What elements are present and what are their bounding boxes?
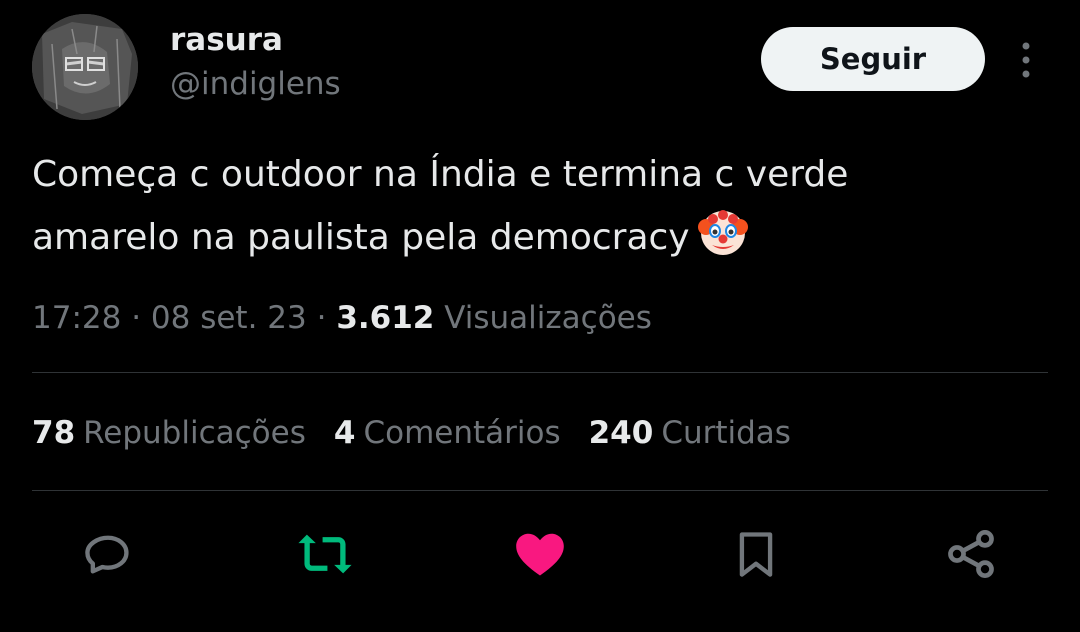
stat-label: Comentários	[363, 415, 561, 451]
speech-bubble-icon	[85, 535, 129, 574]
tweet-date[interactable]: 08 set. 23	[151, 300, 307, 336]
share-icon	[948, 529, 994, 579]
divider	[32, 490, 1048, 491]
views-count[interactable]: 3.612	[336, 300, 434, 336]
follow-button[interactable]: Seguir	[761, 27, 985, 91]
like-button[interactable]	[510, 524, 570, 584]
reply-button[interactable]	[78, 524, 138, 584]
stat-count: 78	[32, 415, 76, 451]
stat-likes[interactable]: 240 Curtidas	[589, 411, 791, 455]
user-handle[interactable]: @indiglens	[170, 64, 341, 104]
divider	[32, 372, 1048, 373]
more-options-icon[interactable]	[1010, 38, 1042, 82]
bookmark-icon	[739, 532, 773, 577]
avatar-image	[32, 14, 138, 120]
stat-count: 240	[588, 415, 654, 451]
retweet-button[interactable]	[295, 524, 355, 584]
meta-separator: ·	[306, 300, 337, 336]
avatar[interactable]	[32, 14, 138, 120]
meta-separator: ·	[121, 300, 151, 336]
stat-label: Curtidas	[661, 415, 791, 451]
stat-reposts[interactable]: 78 Republicações	[32, 411, 306, 455]
stat-comments[interactable]: 4 Comentários	[334, 411, 561, 455]
stat-count: 4	[333, 415, 356, 451]
heart-icon	[516, 533, 564, 576]
tweet-meta: 17:28 · 08 set. 23 · 3.612 Visualizações	[32, 296, 652, 340]
display-name[interactable]: rasura	[170, 20, 283, 60]
engagement-stats: 78 Republicações 4 Comentários 240 Curtidas	[32, 411, 819, 455]
retweet-icon	[298, 534, 352, 574]
stat-label: Republicações	[83, 415, 306, 451]
bookmark-button[interactable]	[726, 524, 786, 584]
views-label[interactable]: Visualizações	[434, 300, 652, 336]
tweet-time[interactable]: 17:28	[32, 300, 121, 336]
action-bar	[0, 524, 1080, 584]
tweet-text-line-2: amarelo na paulista pela democracy	[32, 205, 1042, 268]
tweet-text-line-2-words: amarelo na paulista pela democracy	[32, 217, 690, 258]
share-button[interactable]	[941, 524, 1001, 584]
tweet-text-line-1: Começa c outdoor na Índia e termina c ve…	[32, 154, 849, 195]
tweet-text: Começa c outdoor na Índia e termina c ve…	[32, 144, 1042, 268]
clown-face-icon	[696, 205, 750, 259]
tweet-header: rasura @indiglens Seguir	[0, 0, 1080, 130]
tweet-detail: rasura @indiglens Seguir Começa c outdoo…	[0, 0, 1080, 632]
